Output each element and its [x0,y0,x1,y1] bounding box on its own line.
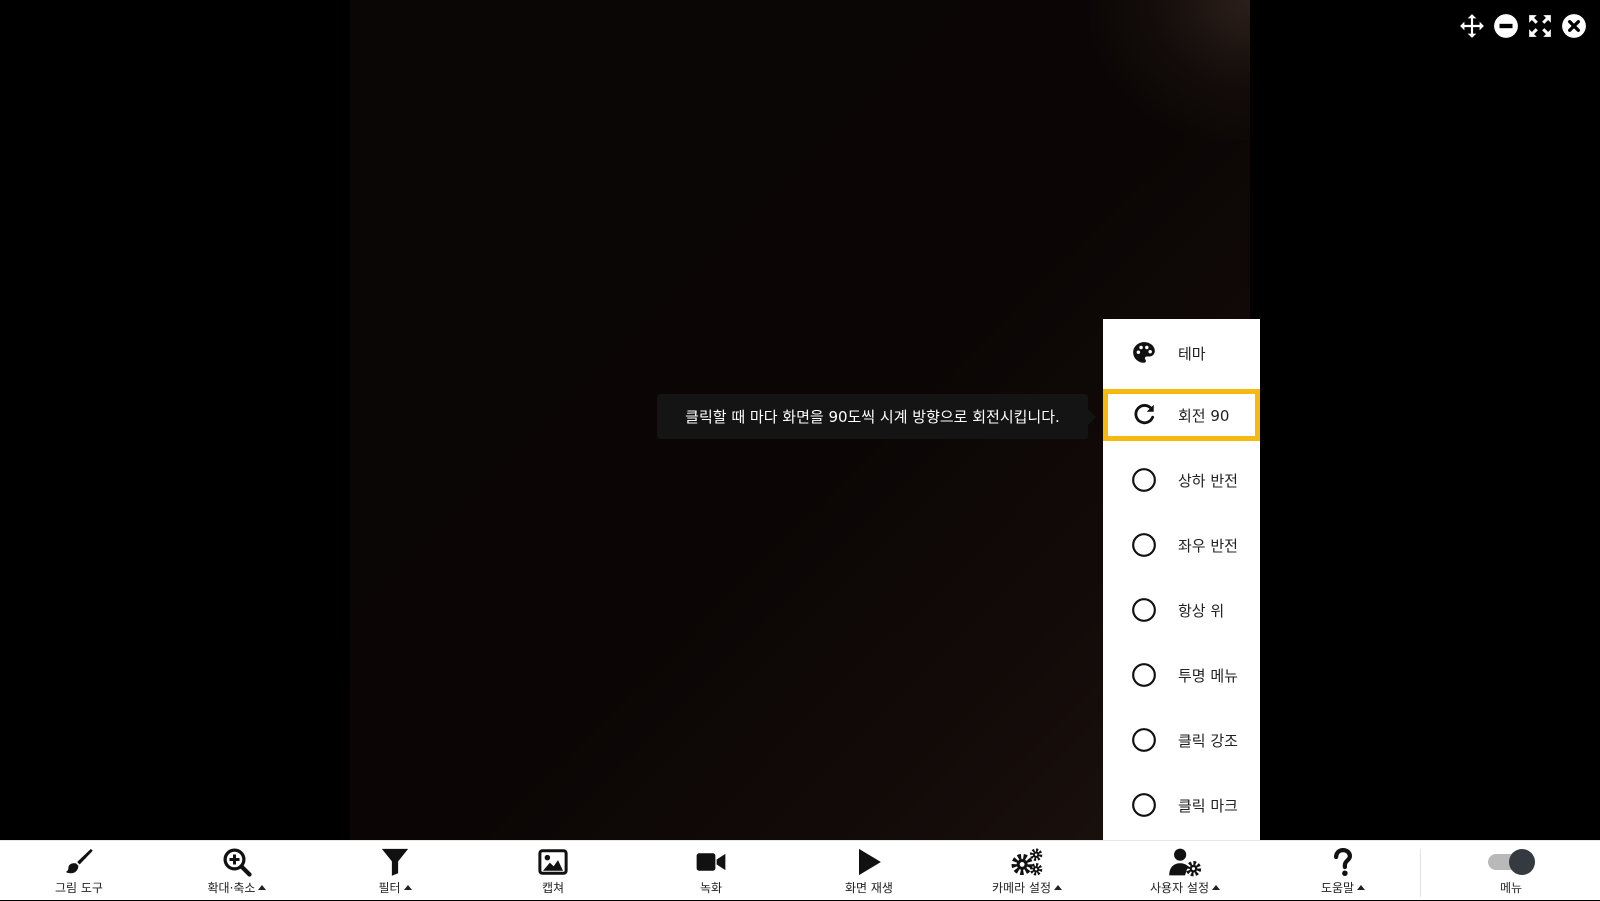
radio-unchecked-icon [1131,467,1157,493]
toolbar-label-capture: 캡쳐 [541,881,565,895]
bottom-toolbar: 그림 도구 확대·축소 필터 캡쳐 녹화 화면 재생 카메라 설정 사용자 설정… [0,840,1600,900]
camera-glow [1090,0,1250,140]
toolbar-label-menu: 메뉴 [1499,881,1523,895]
toolbar-label-help: 도움말 [1320,881,1355,895]
menu-item-rotate-90[interactable]: 회전 90 [1103,389,1260,441]
menu-item-always-on-top[interactable]: 항상 위 [1103,584,1260,636]
toolbar-label-zoom: 확대·축소 [207,881,256,895]
fullscreen-button[interactable] [1526,12,1554,40]
move-button[interactable] [1458,12,1486,40]
toolbar-label-filter: 필터 [378,881,401,895]
minimize-button[interactable] [1492,12,1520,40]
video-camera-icon [694,846,728,878]
caret-up-icon [1054,885,1062,890]
toolbar-label-camera-settings: 카메라 설정 [991,881,1051,895]
caret-up-icon [1212,885,1220,890]
rotate-tooltip: 클릭할 때 마다 화면을 90도씩 시계 방향으로 회전시킵니다. [657,394,1096,439]
radio-unchecked-icon [1131,727,1157,753]
close-icon [1562,14,1586,38]
brush-icon [62,846,96,878]
question-icon [1326,846,1360,878]
toolbar-divider [1420,849,1421,897]
menu-item-click-mark[interactable]: 클릭 마크 [1103,779,1260,831]
toolbar-drawing-tools[interactable]: 그림 도구 [9,841,149,901]
toolbar-label-drawing-tools: 그림 도구 [55,881,103,895]
toolbar-menu-toggle[interactable]: 메뉴 [1441,841,1581,901]
radio-unchecked-icon [1131,532,1157,558]
menu-label-flip-vertical: 상하 반전 [1178,471,1238,490]
menu-label-theme: 테마 [1178,344,1206,363]
menu-item-flip-horizontal[interactable]: 좌우 반전 [1103,519,1260,571]
toggle-on-icon[interactable] [1488,849,1535,875]
menu-label-flip-horizontal: 좌우 반전 [1178,536,1238,555]
gears-icon [1010,846,1044,878]
rotate-icon [1131,402,1157,428]
palette-icon [1131,340,1157,366]
user-gear-icon [1168,846,1202,878]
toolbar-record[interactable]: 녹화 [641,841,781,901]
radio-unchecked-icon [1131,597,1157,623]
zoom-in-icon [220,846,254,878]
toolbar-label-user-settings: 사용자 설정 [1149,881,1209,895]
toolbar-capture[interactable]: 캡쳐 [483,841,623,901]
menu-label-always-on-top: 항상 위 [1178,601,1225,620]
menu-item-transparent-menu[interactable]: 투명 메뉴 [1103,649,1260,701]
menu-item-theme[interactable]: 테마 [1103,327,1260,379]
menu-item-flip-vertical[interactable]: 상하 반전 [1103,454,1260,506]
toolbar-filter[interactable]: 필터 [325,841,465,901]
caret-up-icon [403,885,412,890]
window-controls [1458,12,1588,40]
toolbar-label-playback: 화면 재생 [845,881,893,895]
tooltip-text: 클릭할 때 마다 화면을 90도씩 시계 방향으로 회전시킵니다. [685,408,1060,426]
menu-label-click-highlight: 클릭 강조 [1178,731,1238,750]
toolbar-playback[interactable]: 화면 재생 [799,841,939,901]
toolbar-zoom[interactable]: 확대·축소 [167,841,307,901]
image-icon [536,846,570,878]
toolbar-user-settings[interactable]: 사용자 설정 [1115,841,1255,901]
radio-unchecked-icon [1131,662,1157,688]
filter-icon [378,846,412,878]
close-button[interactable] [1560,12,1588,40]
menu-label-transparent-menu: 투명 메뉴 [1178,666,1238,685]
caret-up-icon [258,885,267,890]
fullscreen-icon [1529,15,1551,37]
move-icon [1460,14,1484,38]
toggle-knob [1509,849,1535,875]
menu-label-click-mark: 클릭 마크 [1178,796,1238,815]
caret-up-icon [1357,885,1366,890]
toolbar-camera-settings[interactable]: 카메라 설정 [957,841,1097,901]
radio-unchecked-icon [1131,792,1157,818]
play-icon [852,846,886,878]
menu-label-rotate-90: 회전 90 [1178,406,1230,425]
settings-menu: 테마 회전 90 상하 반전 좌우 반전 항상 위 투명 메뉴 클릭 강조 클릭… [1103,319,1260,840]
toolbar-label-record: 녹화 [699,881,723,895]
menu-item-click-highlight[interactable]: 클릭 강조 [1103,714,1260,766]
toolbar-help[interactable]: 도움말 [1273,841,1413,901]
minimize-icon [1494,14,1518,38]
